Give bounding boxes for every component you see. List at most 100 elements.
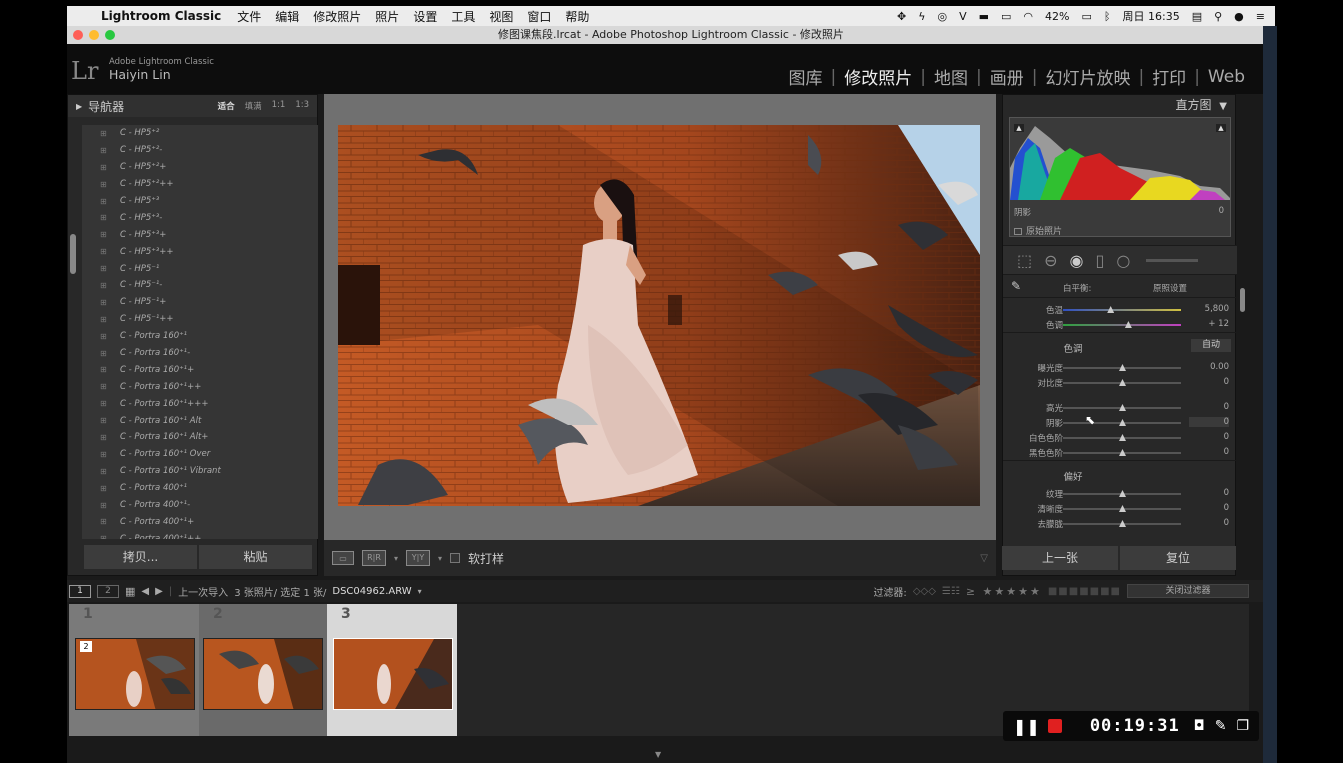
source-label[interactable]: 上一次导入 [178,584,228,599]
original-photo-toggle[interactable]: 原始照片 [1014,224,1062,237]
paste-button[interactable]: 粘贴 [199,545,312,569]
minimize-window-button[interactable] [89,30,99,40]
copy-settings-dropdown-icon[interactable]: ▾ [438,554,442,563]
clarity-value[interactable]: 0 [1189,503,1229,513]
preset-item[interactable]: ⊞ C - Portra 160⁺¹ Alt [82,412,318,429]
edit-filter-icons[interactable]: ☰☷ [942,586,960,597]
grid-icon[interactable]: ▦ [125,585,135,598]
toolbar-menu-icon[interactable]: ▽ [980,553,988,564]
preset-item[interactable]: ⊞ C - Portra 400⁺¹+ [82,513,318,530]
texture-value[interactable]: 0 [1189,488,1229,498]
forward-arrow-icon[interactable]: ▶ [155,586,163,597]
filmstrip-cell-selected[interactable]: 3 [327,604,457,736]
module-develop[interactable]: 修改照片 [836,64,920,89]
previous-button[interactable]: 上一张 [1002,546,1118,570]
preset-item[interactable]: ⊞ C - HP5⁺²- [82,142,318,159]
reset-button[interactable]: 复位 [1120,546,1236,570]
battery-icon[interactable]: ▭ [1081,10,1091,23]
vpn-icon[interactable]: V [959,10,967,23]
menu-file[interactable]: 文件 [237,8,261,25]
preset-item[interactable]: ⊞ C - HP5⁺²+ [82,159,318,176]
preset-item[interactable]: ⊞ C - Portra 160⁺¹+++ [82,395,318,412]
tint-value[interactable]: + 12 [1189,319,1229,329]
notification-center-icon[interactable]: ≡ [1256,10,1265,23]
preset-item[interactable]: ⊞ C - Portra 160⁺¹ Over [82,446,318,463]
color-label-filter[interactable]: ■■■■■■■ [1048,586,1121,597]
pause-recording-button[interactable]: ❚❚ [1013,717,1040,736]
preset-item[interactable]: ⊞ C - Portra 160⁺¹- [82,345,318,362]
preset-item[interactable]: ⊞ C - HP5⁺² [82,125,318,142]
preset-item[interactable]: ⊞ C - HP5⁺²++ [82,176,318,193]
before-after-dropdown-icon[interactable]: ▾ [394,554,398,563]
preset-item[interactable]: ⊞ C - Portra 160⁺¹ [82,328,318,345]
left-panel-scrollbar[interactable] [70,234,76,274]
filmstrip-cell[interactable]: 1 2 [69,604,199,736]
menu-window[interactable]: 窗口 [527,8,551,25]
rating-filter[interactable]: ≥ ★★★★★ [966,585,1042,598]
thumbnail[interactable]: 2 [75,638,195,710]
main-window-button[interactable]: 1 [69,584,91,598]
zoom-1-3[interactable]: 1:3 [295,100,309,112]
soft-proof-checkbox[interactable] [450,553,461,563]
preset-item[interactable]: ⊞ C - Portra 160⁺¹ Vibrant [82,463,318,480]
preset-item[interactable]: ⊞ C - HP5⁺³ [82,193,318,210]
copy-button[interactable]: 拷贝... [84,545,197,569]
preset-item[interactable]: ⊞ C - HP5⁺³+ [82,226,318,243]
menu-view[interactable]: 视图 [489,8,513,25]
display-icon[interactable]: ▬ [979,10,989,23]
back-arrow-icon[interactable]: ◀ [141,586,149,597]
airplay-icon[interactable]: ▭ [1001,10,1011,23]
dropbox-icon[interactable]: ✥ [897,10,906,23]
contrast-value[interactable]: 0 [1189,377,1229,387]
zoom-window-button[interactable] [105,30,115,40]
thumbnail[interactable] [333,638,453,710]
menu-help[interactable]: 帮助 [565,8,589,25]
window-icon[interactable]: ❐ [1236,718,1249,734]
close-window-button[interactable] [73,30,83,40]
graduated-filter-icon[interactable]: ▯ [1096,251,1105,270]
preset-item[interactable]: ⊞ C - Portra 400⁺¹++ [82,530,318,539]
flag-icon[interactable]: ▤ [1192,10,1202,23]
preset-item[interactable]: ⊞ C - Portra 400⁺¹- [82,497,318,514]
preset-item[interactable]: ⊞ C - Portra 160⁺¹+ [82,361,318,378]
module-print[interactable]: 打印 [1144,64,1194,89]
main-photo[interactable] [338,125,980,506]
module-book[interactable]: 画册 [982,64,1032,89]
before-after-lr-button[interactable]: R|R [362,550,386,566]
before-after-copy-button[interactable]: Y|Y [406,550,431,566]
flag-filter-icons[interactable]: ◇◇◇ [913,586,936,597]
menu-edit[interactable]: 编辑 [275,8,299,25]
whites-value[interactable]: 0 [1189,432,1229,442]
menu-app-name[interactable]: Lightroom Classic [101,9,221,23]
histogram[interactable]: ▲ ▲ 阴影 0 原始照片 [1009,117,1231,237]
crop-overlay-icon[interactable]: ⬚ [1017,251,1032,270]
preset-item[interactable]: ⊞ C - HP5⁻¹+ [82,294,318,311]
white-balance-dropdown[interactable]: 原照设置 [1153,282,1187,294]
blacks-value[interactable]: 0 [1189,447,1229,457]
siri-icon[interactable]: ● [1234,10,1244,23]
menu-photo[interactable]: 照片 [375,8,399,25]
second-window-button[interactable]: 2 [97,584,119,598]
preset-item[interactable]: ⊞ C - HP5⁺³++ [82,243,318,260]
preset-item[interactable]: ⊞ C - Portra 400⁺¹ [82,480,318,497]
navigator-header[interactable]: ▶ 导航器 适合 填满 1:1 1:3 [68,95,317,117]
preset-item[interactable]: ⊞ C - HP5⁻¹- [82,277,318,294]
preset-item[interactable]: ⊞ C - HP5⁺³- [82,209,318,226]
filename-dropdown-icon[interactable]: ▾ [418,587,422,596]
loupe-view-button[interactable]: ▭ [332,551,354,565]
highlight-clipping-icon[interactable]: ▲ [1216,124,1226,132]
right-panel-scrollbar[interactable] [1240,288,1245,312]
temperature-slider[interactable] [1063,309,1181,311]
histogram-header[interactable]: 直方图 ▼ [1003,95,1235,115]
preset-item[interactable]: ⊞ C - HP5⁻¹++ [82,311,318,328]
spot-removal-icon[interactable]: ⊖ [1044,251,1057,270]
preset-item[interactable]: ⊞ C - HP5⁻¹ [82,260,318,277]
preset-item[interactable]: ⊞ C - Portra 160⁺¹++ [82,378,318,395]
stop-recording-button[interactable] [1047,719,1062,733]
bluetooth-icon[interactable]: ᛒ [1104,10,1111,23]
tint-slider[interactable] [1063,324,1181,326]
collapse-triangle-icon[interactable]: ▼ [1219,101,1227,112]
auto-tone-button[interactable]: 自动 [1191,339,1231,352]
wb-eyedropper-icon[interactable]: ✎ [1011,279,1021,293]
menu-settings[interactable]: 设置 [413,8,437,25]
